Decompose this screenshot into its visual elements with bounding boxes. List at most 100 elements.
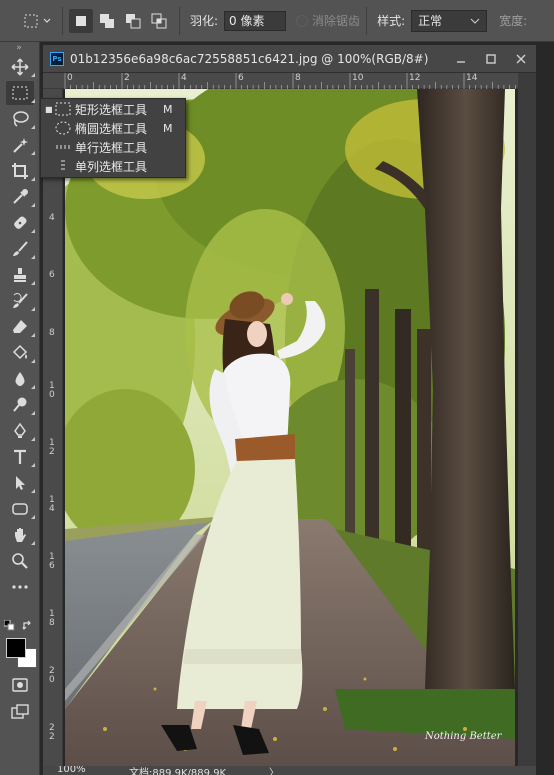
flyout-item-shortcut: M: [163, 121, 173, 135]
vertical-scrollbar[interactable]: [518, 73, 536, 767]
history-brush-tool[interactable]: [0, 288, 40, 314]
swap-colors-icon[interactable]: [22, 620, 33, 631]
maximize-button[interactable]: [476, 49, 506, 69]
feather-input[interactable]: [224, 10, 287, 31]
style-label: 样式:: [377, 14, 406, 28]
foreground-color-swatch[interactable]: [6, 638, 26, 658]
width-label: 宽度:: [499, 14, 528, 28]
crop-tool[interactable]: [0, 158, 40, 184]
status-bar: 100% 文档:889.9K/889.9K 〉: [43, 766, 536, 775]
minimize-icon: [457, 60, 465, 63]
document-size: 文档:889.9K/889.9K: [129, 768, 227, 775]
shape-tool[interactable]: [0, 496, 40, 522]
add-to-selection-button[interactable]: [95, 9, 119, 33]
new-selection-button[interactable]: [69, 8, 93, 33]
ruler-label: 14: [466, 73, 478, 83]
ruler-label: 1 4: [49, 495, 55, 514]
rect-marquee-tool[interactable]: [0, 80, 40, 106]
default-colors-icon[interactable]: [4, 620, 15, 631]
rect-marquee-icon: [55, 102, 71, 116]
more-tools[interactable]: [0, 574, 40, 600]
flyout-item-label: 单行选框工具: [75, 140, 148, 155]
add-selection-icon: [100, 13, 114, 28]
ruler-label: 8: [295, 73, 301, 83]
ruler-label: 1 0: [49, 381, 55, 400]
ruler-label: 4: [181, 73, 187, 83]
close-button[interactable]: [506, 49, 536, 69]
ruler-label: 2: [124, 73, 130, 83]
ruler-label: 2 0: [49, 666, 55, 685]
ruler-label: 6: [49, 270, 55, 280]
zoom-level[interactable]: 100%: [57, 766, 86, 775]
path-selection-tool[interactable]: [0, 470, 40, 496]
flyout-item-rect-marquee[interactable]: ■ 矩形选框工具 M: [41, 100, 187, 118]
move-tool[interactable]: [0, 54, 40, 80]
dodge-tool-icon: [13, 397, 27, 412]
ruler-label: 0: [67, 73, 73, 83]
brush-tool[interactable]: [0, 236, 40, 262]
hand-tool[interactable]: [0, 522, 40, 548]
ruler-label: 10: [352, 73, 364, 83]
quick-select-tool-icon: [13, 138, 28, 153]
style-select[interactable]: 正常: [411, 9, 488, 32]
move-tool-icon: [11, 58, 29, 76]
ruler-ticks: [64, 73, 516, 89]
ruler-label: 1 8: [49, 609, 55, 628]
document-tab[interactable]: Ps 01b12356e6a98c6ac72558851c6421.jpg @ …: [43, 45, 536, 73]
quick-mask-icon[interactable]: [12, 678, 28, 692]
window-controls: [446, 49, 536, 69]
paint-bucket-tool-icon: [12, 344, 28, 360]
screen-mode-icon[interactable]: [11, 704, 29, 720]
anti-alias-checkbox[interactable]: [296, 14, 309, 27]
ruler-label: 12: [409, 73, 421, 83]
type-tool[interactable]: [0, 444, 40, 470]
flyout-item-label: 矩形选框工具: [75, 102, 148, 117]
history-brush-tool-icon: [13, 293, 28, 308]
style-value: 正常: [418, 14, 443, 28]
restore-icon: [486, 53, 496, 64]
clone-stamp-tool-icon: [14, 268, 26, 282]
quick-select-tool[interactable]: [0, 132, 40, 158]
subtract-from-selection-button[interactable]: [121, 9, 145, 33]
brush-tool-icon: [13, 241, 28, 256]
subtract-selection-icon: [126, 13, 141, 28]
healing-brush-tool[interactable]: [0, 210, 40, 236]
ruler-label: 6: [238, 73, 244, 83]
blur-tool-icon: [15, 372, 25, 386]
clone-stamp-tool[interactable]: [0, 262, 40, 288]
chevron-down-icon: [470, 18, 480, 24]
status-arrow-icon[interactable]: 〉: [269, 766, 279, 775]
options-bar: 羽化: 消除锯齿 样式: 正常 宽度:: [0, 0, 554, 42]
hand-tool-icon: [15, 528, 26, 542]
zoom-tool[interactable]: [0, 548, 40, 574]
vertical-ruler[interactable]: 0 2 4 6 8 1 0 1 2 1 4 1 6 1 8 2 0 2 2: [43, 89, 63, 767]
panel-collapse-icon[interactable]: »: [0, 42, 39, 54]
blur-tool[interactable]: [0, 366, 40, 392]
photo-woman-under-ginkgo-trees: Nothing Better: [65, 89, 515, 767]
minimize-button[interactable]: [446, 49, 476, 69]
lasso-tool-icon: [13, 111, 29, 127]
tool-preset-picker[interactable]: [20, 7, 56, 35]
image-canvas[interactable]: Nothing Better: [65, 89, 515, 767]
single-column-marquee-icon: [61, 160, 65, 172]
eraser-tool[interactable]: [0, 314, 40, 340]
ruler-label: 1 2: [49, 438, 55, 457]
divider: [366, 6, 368, 35]
flyout-item-single-row-marquee[interactable]: 单行选框工具: [41, 138, 187, 156]
type-tool-icon: [14, 449, 26, 464]
horizontal-ruler[interactable]: 0 2 4 6 8 10 12 14: [43, 73, 518, 89]
lasso-tool[interactable]: [0, 106, 40, 132]
document-title: 01b12356e6a98c6ac72558851c6421.jpg @ 100…: [70, 51, 429, 66]
intersect-selection-button[interactable]: [147, 9, 171, 33]
eyedropper-tool-icon: [13, 189, 28, 204]
flyout-item-ellipse-marquee[interactable]: 椭圆选框工具 M: [41, 119, 187, 137]
eyedropper-tool[interactable]: [0, 184, 40, 210]
ruler-label: 1 6: [49, 552, 55, 571]
pen-tool[interactable]: [0, 418, 40, 444]
path-selection-tool-icon: [16, 476, 25, 490]
flyout-item-single-column-marquee[interactable]: 单列选框工具: [41, 157, 187, 175]
paint-bucket-tool[interactable]: [0, 340, 40, 366]
healing-brush-tool-icon: [14, 216, 27, 229]
dodge-tool[interactable]: [0, 392, 40, 418]
color-swatches: [4, 638, 38, 678]
